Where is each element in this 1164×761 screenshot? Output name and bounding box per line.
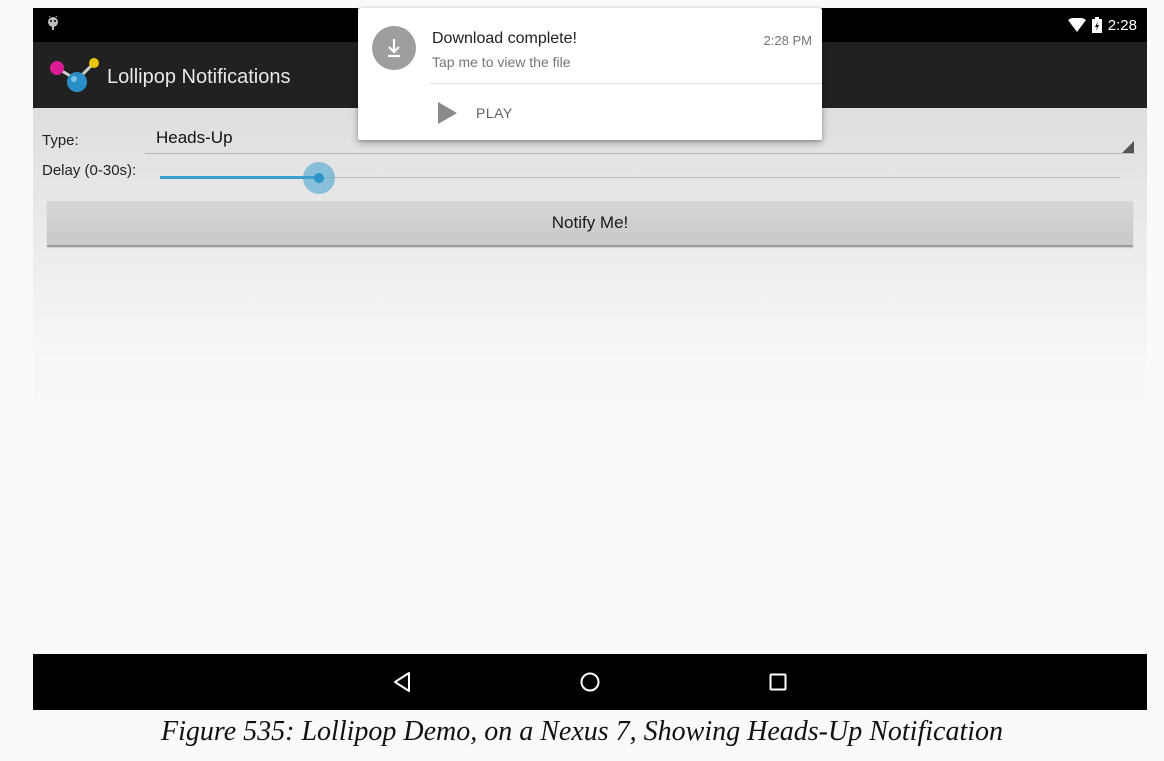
play-action-button[interactable]: PLAY [436,101,513,125]
wifi-icon [1067,18,1086,32]
status-indicators: 2:28 [1067,16,1137,34]
back-icon[interactable] [388,668,416,696]
recents-icon[interactable] [764,668,792,696]
status-time: 2:28 [1107,16,1137,34]
type-label: Type: [42,132,79,149]
download-icon [372,26,416,70]
navigation-bar [33,654,1147,710]
spinner-underline [145,153,1135,154]
notification-text: Tap me to view the file [432,54,571,70]
spinner-arrow-icon[interactable] [1122,141,1134,153]
main-content: Type: Heads-Up Delay (0-30s): Notify Me! [33,108,1147,654]
delay-seekbar[interactable] [160,162,1120,194]
home-icon[interactable] [576,668,604,696]
notify-me-button[interactable]: Notify Me! [47,201,1133,247]
notification-time: 2:28 PM [763,33,812,48]
type-spinner-value[interactable]: Heads-Up [156,128,233,148]
play-action-label: PLAY [476,105,513,121]
figure-caption: Figure 535: Lollipop Demo, on a Nexus 7,… [160,716,1004,747]
seekbar-progress [160,176,319,179]
app-title: Lollipop Notifications [107,66,291,88]
molecule-logo-icon [50,58,99,92]
notification-title: Download complete! [432,30,577,47]
android-icon [48,16,58,30]
notification-divider [430,83,822,84]
heads-up-notification[interactable]: Download complete! 2:28 PM Tap me to vie… [358,8,822,140]
seekbar-thumb[interactable] [314,173,324,183]
play-icon [438,102,457,124]
battery-icon [1091,17,1102,33]
delay-label: Delay (0-30s): [42,162,137,179]
